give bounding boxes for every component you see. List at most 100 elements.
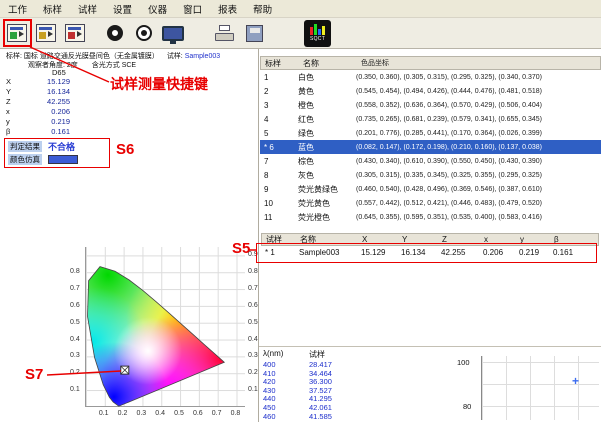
spectral-header-cell: λ(nm) <box>263 349 309 360</box>
menu-item-1[interactable]: 工作 <box>0 0 35 18</box>
sample-cell: Sample003 <box>295 248 357 257</box>
standards-row-coords: (0.430, 0.340), (0.610, 0.390), (0.550, … <box>356 158 601 165</box>
black-calibration-button[interactable] <box>103 20 127 46</box>
continuous-measure-button[interactable] <box>63 20 87 46</box>
standard-name: 国标 道路交通反光膜昼间色（无金属镀膜） <box>24 53 159 60</box>
menu-item-7[interactable]: 报表 <box>210 0 245 18</box>
standards-row-no: 9 <box>260 185 298 194</box>
menu-item-6[interactable]: 窗口 <box>175 0 210 18</box>
tristimulus-value: 42.255 <box>30 97 70 106</box>
color-simulation-swatch <box>48 155 78 164</box>
reflectance-value: 41.585 <box>309 413 359 422</box>
chromaticity-y-label: 0.3 <box>248 352 258 359</box>
sample-table: 试样名称XYZxyβ * 1Sample00315.12916.13442.25… <box>261 233 599 259</box>
save-button[interactable] <box>242 20 266 46</box>
standards-row-name: 黄色 <box>298 86 356 97</box>
menu-item-4[interactable]: 设置 <box>105 0 140 18</box>
chromaticity-y-label: 0.8 <box>248 268 258 275</box>
chromaticity-plot-area[interactable] <box>85 247 245 407</box>
menu-item-2[interactable]: 标样 <box>35 0 70 18</box>
standards-row-name: 绿色 <box>298 128 356 139</box>
chromaticity-y-label: 0.5 <box>70 319 80 326</box>
sample-cell: 0.219 <box>515 248 549 257</box>
chromaticity-y-label: 0.7 <box>70 285 80 292</box>
judgement-result-label: 判定结果 <box>8 141 42 152</box>
standards-row[interactable]: 4红色(0.735, 0.265), (0.681, 0.239), (0.57… <box>260 112 601 126</box>
chromaticity-y-label: 0.9 <box>248 251 258 258</box>
standard-measure-button[interactable] <box>34 20 58 46</box>
judgement-result-row: 判定结果 不合格 <box>8 140 108 153</box>
tristimulus-value: 15.129 <box>30 77 70 86</box>
menu-item-5[interactable]: 仪器 <box>140 0 175 18</box>
standards-table-header: 标样名称色品坐标 <box>260 56 601 70</box>
sqct-button[interactable]: SQCT <box>304 20 331 47</box>
sample-point-marker <box>121 366 129 374</box>
sample-row[interactable]: * 1Sample00315.12916.13442.2550.2060.219… <box>261 246 599 259</box>
standards-row[interactable]: 9荧光黄绿色(0.460, 0.540), (0.428, 0.496), (0… <box>260 182 601 196</box>
tristimulus-label: β <box>6 127 30 136</box>
sample-header-cell: y <box>516 235 550 244</box>
standard-label: 标样: <box>6 53 22 60</box>
standards-row[interactable]: 3橙色(0.558, 0.352), (0.636, 0.364), (0.57… <box>260 98 601 112</box>
tristimulus-row: x0.206 <box>6 106 78 116</box>
chromaticity-x-label: 0.4 <box>155 410 165 417</box>
standards-row-no: 7 <box>260 157 298 166</box>
menu-item-8[interactable]: 帮助 <box>245 0 280 18</box>
standards-row-coords: (0.305, 0.315), (0.335, 0.345), (0.325, … <box>356 172 601 179</box>
standards-table: 标样名称色品坐标 1白色(0.350, 0.360), (0.305, 0.31… <box>260 56 601 224</box>
white-calibration-icon <box>136 25 152 41</box>
chromaticity-y-label: 0.7 <box>248 285 258 292</box>
standards-row-coords: (0.558, 0.352), (0.636, 0.364), (0.570, … <box>356 102 601 109</box>
standards-row[interactable]: 1白色(0.350, 0.360), (0.305, 0.315), (0.29… <box>260 70 601 84</box>
spectral-axis-label: 80 <box>463 402 471 411</box>
sample-cell: 42.255 <box>437 248 479 257</box>
standards-table-body: 1白色(0.350, 0.360), (0.305, 0.315), (0.29… <box>260 70 601 224</box>
standards-row-name: 荧光橙色 <box>298 212 356 223</box>
standards-row[interactable]: 8灰色(0.305, 0.315), (0.335, 0.345), (0.32… <box>260 168 601 182</box>
app-window: 工作标样试样设置仪器窗口报表帮助 SQCT 标样: 国标 道路交通反光膜昼间色（… <box>0 0 601 422</box>
menu-item-3[interactable]: 试样 <box>70 0 105 18</box>
chromaticity-diagram[interactable]: + 0.90.80.70.60.50.40.30.20.10.80.70.60.… <box>70 247 270 422</box>
standards-header-cell: 标样 <box>261 58 299 69</box>
standards-row-no: 8 <box>260 171 298 180</box>
toolbar: SQCT <box>0 18 601 49</box>
sqct-icon <box>310 24 325 35</box>
standards-row[interactable]: 7棕色(0.430, 0.340), (0.610, 0.390), (0.55… <box>260 154 601 168</box>
save-icon <box>246 25 263 42</box>
color-simulation-label: 颜色仿真 <box>8 154 42 165</box>
standards-row-name: 橙色 <box>298 100 356 111</box>
standards-row-no: 4 <box>260 115 298 124</box>
standards-row[interactable]: 5绿色(0.201, 0.776), (0.285, 0.441), (0.17… <box>260 126 601 140</box>
chromaticity-x-label: 0.8 <box>231 410 241 417</box>
standards-row-no: 10 <box>260 199 298 208</box>
standards-row[interactable]: 2黄色(0.545, 0.454), (0.494, 0.426), (0.44… <box>260 84 601 98</box>
standards-row[interactable]: * 6蓝色(0.082, 0.147), (0.172, 0.198), (0.… <box>260 140 601 154</box>
display-button[interactable] <box>161 20 185 46</box>
color-simulation-row: 颜色仿真 <box>8 153 108 166</box>
standards-row[interactable]: 11荧光橙色(0.645, 0.355), (0.595, 0.351), (0… <box>260 210 601 224</box>
tristimulus-label: x <box>6 107 30 116</box>
tristimulus-panel: X15.129Y16.134Z42.255x0.206y0.219β0.161 <box>6 76 78 136</box>
left-panel: 标样: 国标 道路交通反光膜昼间色（无金属镀膜） 试样: Sample003 观… <box>0 49 258 422</box>
spectral-separator <box>259 346 601 347</box>
spectral-table-body[interactable]: 40028.41741034.46442036.30043037.5274404… <box>263 361 373 421</box>
standards-row[interactable]: 10荧光黄色(0.557, 0.442), (0.512, 0.421), (0… <box>260 196 601 210</box>
sample-label: 试样: <box>167 53 183 60</box>
standards-row-name: 荧光黄绿色 <box>298 184 356 195</box>
standards-header-cell: 色品坐标 <box>357 58 600 68</box>
chromaticity-y-label: 0.2 <box>70 369 80 376</box>
chromaticity-x-label: 0.7 <box>212 410 222 417</box>
white-calibration-button[interactable] <box>132 20 156 46</box>
chromaticity-x-label: 0.5 <box>174 410 184 417</box>
sample-header-cell: X <box>358 235 398 244</box>
cie-horseshoe <box>86 247 246 407</box>
print-button[interactable] <box>213 20 237 46</box>
measure-mode: 含光方式 SCE <box>92 62 136 69</box>
spectral-crosshair-marker: + <box>572 374 579 388</box>
chromaticity-y-label: 0.2 <box>248 369 258 376</box>
sample-measure-button[interactable] <box>5 20 29 46</box>
tristimulus-row: y0.219 <box>6 116 78 126</box>
spectral-header-cell: 试样 <box>309 349 359 360</box>
standards-row-name: 棕色 <box>298 156 356 167</box>
spectral-table-header: λ(nm)试样 <box>263 349 359 360</box>
